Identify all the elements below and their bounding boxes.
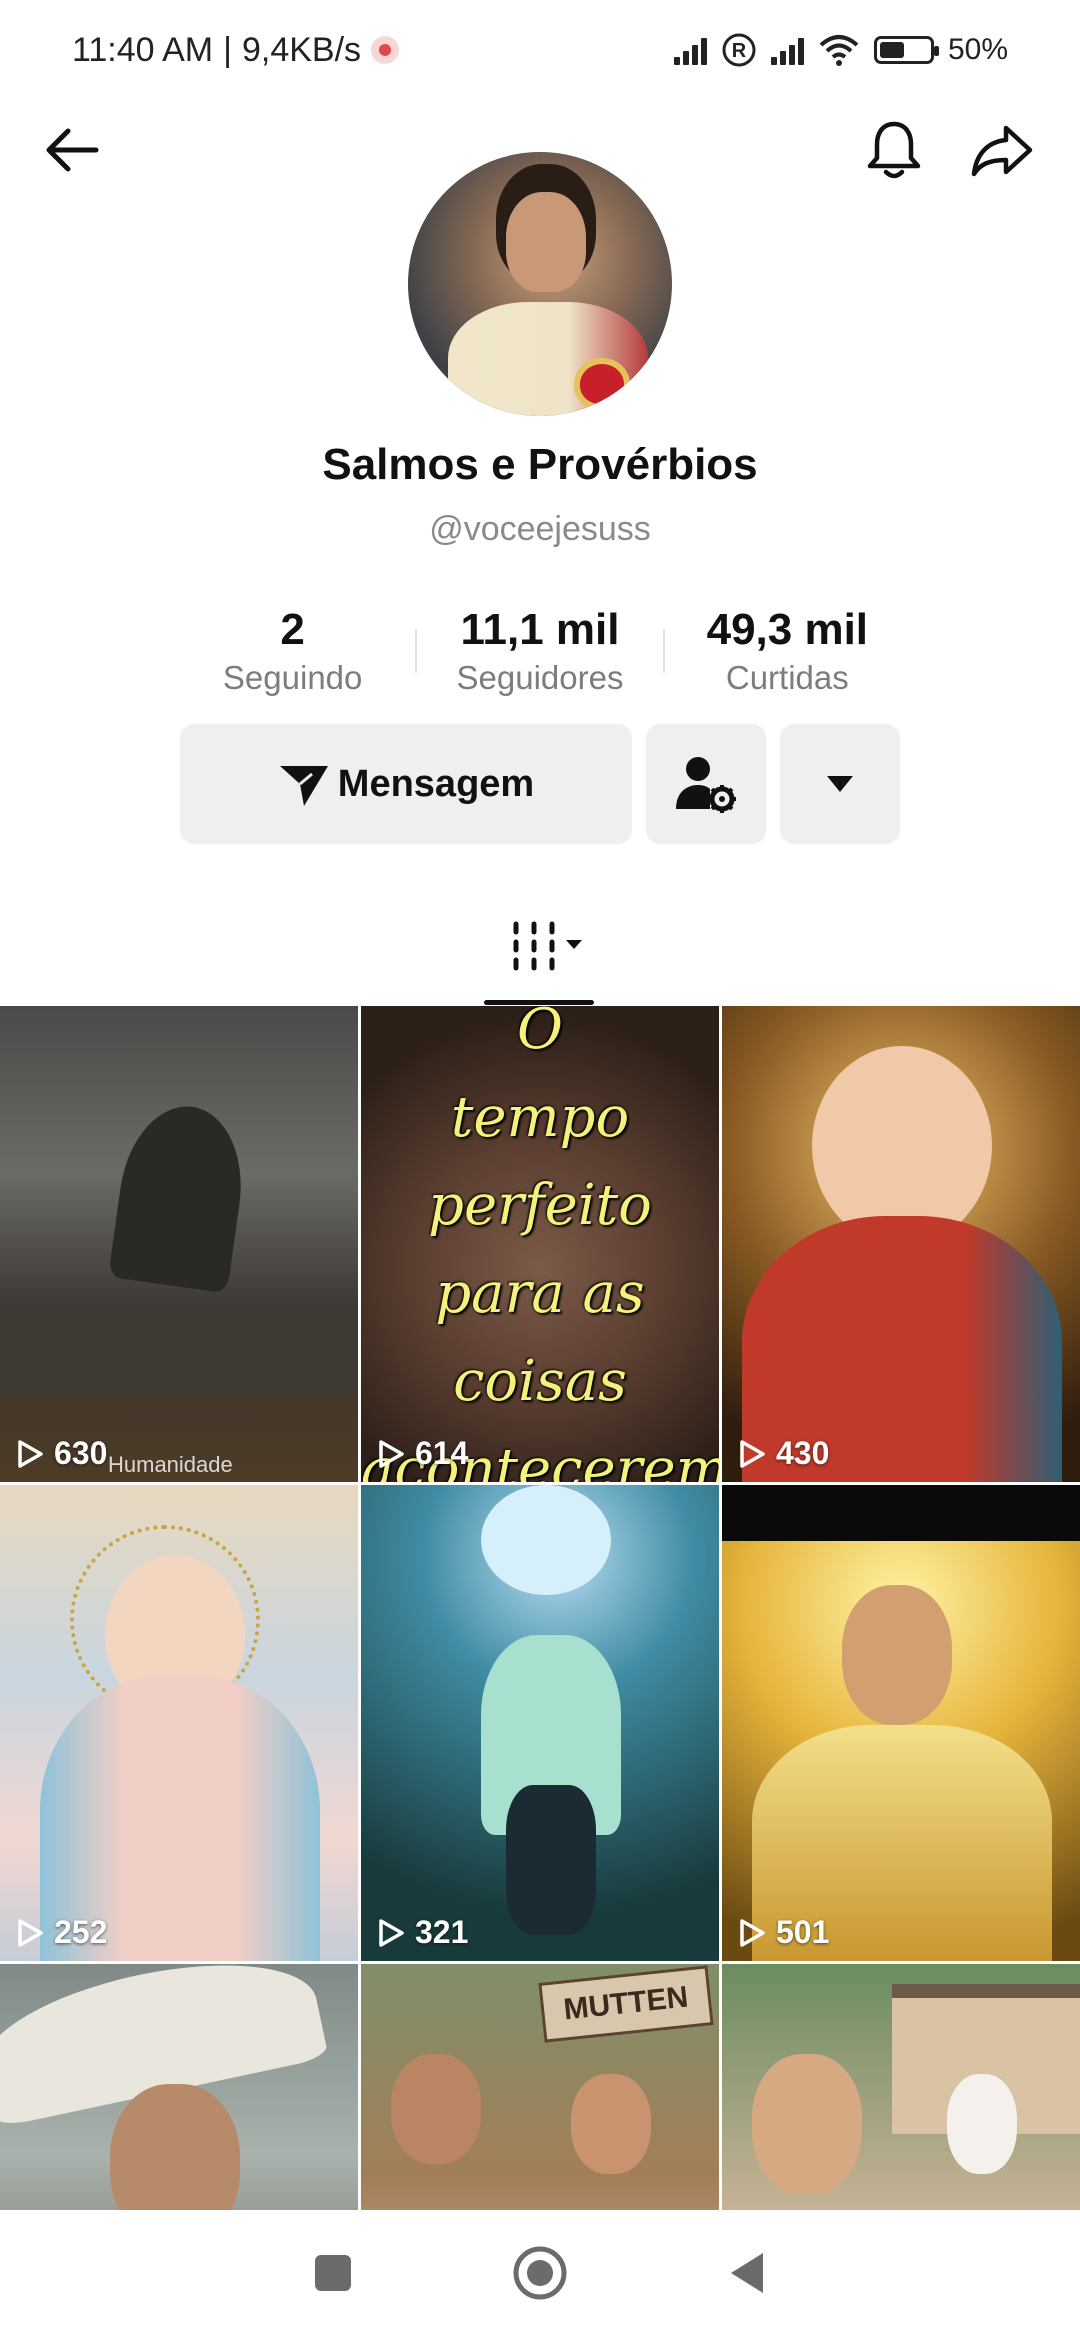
wifi-icon: [819, 35, 859, 66]
profile-actions: Mensagem: [180, 724, 900, 844]
avatar[interactable]: [408, 152, 672, 416]
overlay-line: tempo: [450, 1085, 630, 1150]
tab-videos[interactable]: [510, 920, 590, 981]
user-settings-icon: [676, 757, 736, 813]
status-separator: |: [223, 30, 232, 69]
follow-settings-button[interactable]: [646, 724, 766, 844]
play-icon: [379, 1918, 404, 1947]
battery-percent: 50%: [947, 33, 1008, 66]
video-tile[interactable]: 252: [0, 1485, 358, 1961]
stat-followers-value: 11,1 mil: [460, 605, 620, 654]
battery-fill: [879, 42, 904, 58]
tile-moon: [481, 1485, 611, 1595]
tile-face: [842, 1585, 952, 1725]
stat-likes[interactable]: 49,3 mil Curtidas: [665, 605, 910, 697]
videos-grid-icon: [513, 921, 582, 971]
stat-following[interactable]: 2 Seguindo: [170, 605, 415, 697]
view-count-value: 501: [776, 1914, 830, 1950]
content-tabs: [0, 900, 1080, 1006]
profile-stats: 2 Seguindo 11,1 mil Seguidores 49,3 mil …: [170, 596, 910, 706]
view-count-value: 321: [415, 1914, 469, 1950]
recents-button[interactable]: [311, 2251, 355, 2300]
view-count-value: 430: [776, 1435, 830, 1471]
overlay-line: O: [517, 1006, 563, 1062]
avatar-figure-head: [506, 192, 586, 292]
overlay-line: para as: [435, 1261, 645, 1326]
stat-likes-value: 49,3 mil: [706, 605, 869, 654]
arrow-left-icon: [46, 128, 99, 172]
triangle-back-icon: [731, 2252, 763, 2293]
back-nav-button[interactable]: [725, 2249, 769, 2302]
send-icon: [279, 766, 328, 806]
message-button[interactable]: Mensagem: [180, 724, 632, 844]
display-name: Salmos e Provérbios: [322, 440, 758, 489]
stat-following-label: Seguindo: [222, 659, 363, 696]
view-count-value: 252: [54, 1914, 108, 1950]
video-tile[interactable]: O tempo perfeito para as coisas acontece…: [361, 1006, 719, 1482]
network-speed: 9,4KB/s: [241, 30, 362, 69]
message-button-label: Mensagem: [337, 762, 535, 805]
stat-followers[interactable]: 11,1 mil Seguidores: [417, 605, 662, 697]
tile-face: [391, 2054, 481, 2164]
view-count: 630: [16, 1435, 107, 1472]
overlay-line: perfeito: [428, 1173, 652, 1238]
home-circle-icon: [513, 2246, 567, 2299]
square-icon: [315, 2254, 351, 2291]
tab-underline: [484, 1000, 594, 1005]
stat-likes-label: Curtidas: [725, 659, 849, 696]
battery-icon: [873, 36, 939, 64]
view-count: 501: [738, 1914, 829, 1951]
status-time: 11:40 AM: [72, 30, 214, 69]
roaming-icon: R: [722, 33, 756, 67]
caret-down-icon: [827, 776, 853, 792]
video-overlay-text: O tempo perfeito para as coisas acontece…: [361, 1006, 719, 1482]
view-count-value: 614: [415, 1435, 469, 1471]
video-tile[interactable]: 430: [722, 1006, 1080, 1482]
tile-face: [752, 2054, 862, 2194]
tile-hills: [0, 1306, 358, 1396]
video-tile[interactable]: 501: [722, 1485, 1080, 1961]
play-icon: [18, 1439, 43, 1468]
svg-text:R: R: [732, 40, 747, 62]
username: @voceejesuss: [429, 510, 651, 548]
stat-following-value: 2: [280, 605, 305, 654]
notification-dot-icon: [371, 36, 400, 64]
avatar-heart: [580, 364, 624, 404]
tile-figure: [108, 1098, 252, 1294]
cell-signal-icon: [673, 35, 707, 65]
watermark: Humanidade: [108, 1452, 233, 1477]
cell-signal-2-icon: [770, 35, 804, 65]
tile-horse: [506, 1785, 596, 1935]
share-button[interactable]: [964, 112, 1040, 188]
play-icon: [18, 1918, 43, 1947]
tile-rabbit: [947, 2074, 1017, 2174]
tile-shop-sign: MUTTEN: [538, 1965, 714, 2043]
share-icon: [971, 125, 1033, 177]
more-options-button[interactable]: [780, 724, 900, 844]
overlay-line: coisas: [453, 1349, 627, 1414]
view-count: 321: [377, 1914, 468, 1951]
status-left: 11:40 AM | 9,4KB/s: [72, 30, 400, 70]
view-count: 614: [377, 1435, 468, 1472]
view-count: 430: [738, 1435, 829, 1472]
play-icon: [740, 1439, 765, 1468]
video-grid: 630 Humanidade O tempo perfeito para as …: [0, 1006, 1080, 2340]
system-nav-bar: [0, 2210, 1080, 2340]
bell-icon: [867, 121, 921, 179]
notifications-button[interactable]: [856, 112, 932, 188]
home-button[interactable]: [511, 2244, 569, 2307]
tile-face-2: [571, 2074, 651, 2174]
view-count: 252: [16, 1914, 107, 1951]
play-icon: [379, 1439, 404, 1468]
status-right: R 50%: [673, 32, 1008, 68]
video-tile[interactable]: 630 Humanidade: [0, 1006, 358, 1482]
stat-followers-label: Seguidores: [456, 659, 624, 696]
back-button[interactable]: [34, 112, 110, 188]
status-bar: 11:40 AM | 9,4KB/s R 50%: [0, 0, 1080, 100]
view-count-value: 630: [54, 1435, 108, 1471]
video-tile[interactable]: 321: [361, 1485, 719, 1961]
play-icon: [740, 1918, 765, 1947]
